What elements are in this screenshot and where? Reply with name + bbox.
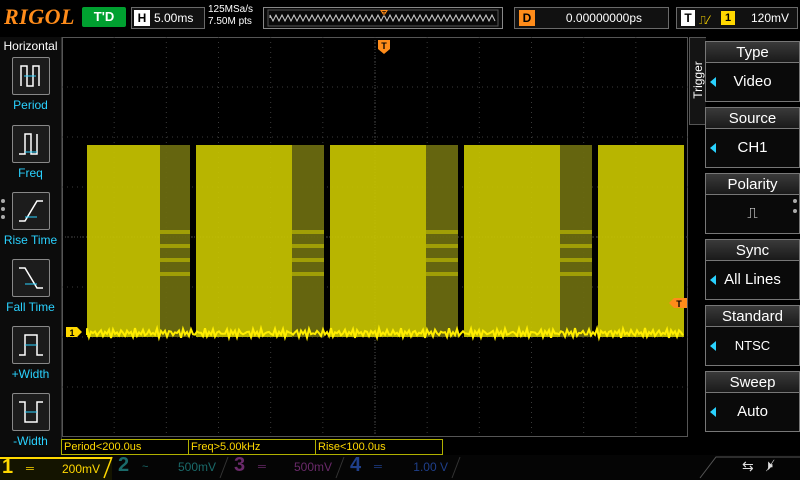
measure-negative-width-button[interactable]: -Width [0,393,61,448]
measure-period-label: Period [13,98,48,112]
memory-position-bar[interactable]: T [263,7,503,29]
menu-standard-title: Standard [705,305,800,326]
frequency-measure-icon [11,125,50,163]
trigger-level-marker-label: T [676,299,682,309]
menu-polarity-title: Polarity [705,173,800,194]
polarity-pulse-icon: ⎍ [747,205,758,222]
sample-rate: 125MSa/s [208,4,254,15]
select-arrow-icon [710,341,716,351]
menu-sweep[interactable]: Sweep Auto [705,371,800,433]
menu-sync-title: Sync [705,239,800,260]
menu-standard-value: NTSC [734,338,771,353]
select-arrow-icon [710,77,716,87]
horizontal-measure-panel: Horizontal Period Freq Rise Time Fall Ti… [0,37,62,455]
menu-type-title: Type [705,41,800,62]
timebase-key: H [134,10,150,26]
usb-icon: ⇆ [742,458,754,474]
page-indicator-dots [1,199,5,223]
channel-1-trace [86,145,684,342]
video-trigger-icon: ⎍⁄ [699,13,710,27]
page-dot [793,209,797,213]
waveform-display[interactable]: T 1 T [62,37,688,437]
channel-bar-divider [103,456,800,479]
trigger-key: T [681,10,695,26]
trigger-position-marker: T [378,40,390,54]
delay-value: 0.00000000ps [565,11,642,25]
channel-1-ground-marker[interactable]: 1 [66,327,82,338]
mute-speaker-icon[interactable]: 🕨̸ [764,457,773,474]
menu-type[interactable]: Type Video [705,41,800,103]
measure-fall-time-label: Fall Time [6,300,55,314]
timebase-indicator[interactable]: H 5.00ms [131,7,205,29]
memory-trigger-marker-label: T [382,11,387,18]
trigger-menu-panel: Trigger Type Video Source CH1 Polarity ⎍… [689,37,800,455]
delay-key: D [519,10,535,26]
channel-status-bar: 1 ═ 200mV 2 ~ 500mV 3 ═ 500mV 4 ═ 1.00 V… [0,455,800,480]
run-status-badge[interactable]: T'D [82,7,126,27]
period-measure-icon [11,57,50,95]
top-status-bar: RIGOL T'D H 5.00ms 125MSa/s 7.50M pts T D… [0,0,800,36]
menu-standard[interactable]: Standard NTSC [705,305,800,367]
select-arrow-icon [710,407,716,417]
measurement-rise[interactable]: Rise<100.0us [315,439,443,455]
measure-negative-width-label: -Width [13,434,48,448]
brand-logo: RIGOL [4,4,75,29]
menu-polarity[interactable]: Polarity ⎍ [705,173,800,235]
panel-title: Horizontal [3,39,58,53]
menu-type-value: Video [733,73,772,90]
channel-1-ground-marker-label: 1 [69,328,74,338]
trigger-menu-tab[interactable]: Trigger [689,37,706,125]
menu-sync[interactable]: Sync All Lines [705,239,800,301]
select-arrow-icon [710,143,716,153]
page-dot [793,199,797,203]
menu-sweep-title: Sweep [705,371,800,392]
trigger-tab-label: Trigger [691,61,705,99]
menu-sync-value: All Lines [724,271,781,288]
measure-fall-time-button[interactable]: Fall Time [0,259,61,314]
trigger-level-value: 120mV [750,11,789,25]
measure-period-button[interactable]: Period [0,57,61,112]
status-icons: ⇆ 🕨̸ [706,457,798,478]
trigger-position-marker-label: T [381,41,387,51]
measurement-freq[interactable]: Freq>5.00kHz [188,439,316,455]
negative-width-icon [11,393,50,431]
measure-rise-time-button[interactable]: Rise Time [0,192,61,247]
measurement-period[interactable]: Period<200.0us [61,439,189,455]
memory-waveform-preview: T [267,9,499,27]
menu-source-value: CH1 [737,139,768,156]
trigger-source-badge: 1 [721,11,735,25]
acquisition-info: 125MSa/s 7.50M pts [208,4,253,28]
measure-positive-width-button[interactable]: +Width [0,326,61,381]
select-arrow-icon [710,275,716,285]
rise-time-icon [11,192,50,230]
positive-width-icon [11,326,50,364]
delay-indicator[interactable]: D 0.00000000ps [514,7,669,29]
measure-freq-label: Freq [18,166,43,180]
menu-source-title: Source [705,107,800,128]
menu-sweep-value: Auto [737,403,768,420]
menu-source[interactable]: Source CH1 [705,107,800,169]
measure-positive-width-label: +Width [11,367,50,381]
memory-depth: 7.50M pts [208,16,252,27]
measure-freq-button[interactable]: Freq [0,125,61,180]
trigger-indicator[interactable]: T ⎍⁄ 1 120mV [676,7,798,29]
waveform-graticule: T 1 T [62,37,688,437]
measure-rise-time-label: Rise Time [3,233,58,247]
timebase-value: 5.00ms [154,11,194,25]
fall-time-icon [11,259,50,297]
